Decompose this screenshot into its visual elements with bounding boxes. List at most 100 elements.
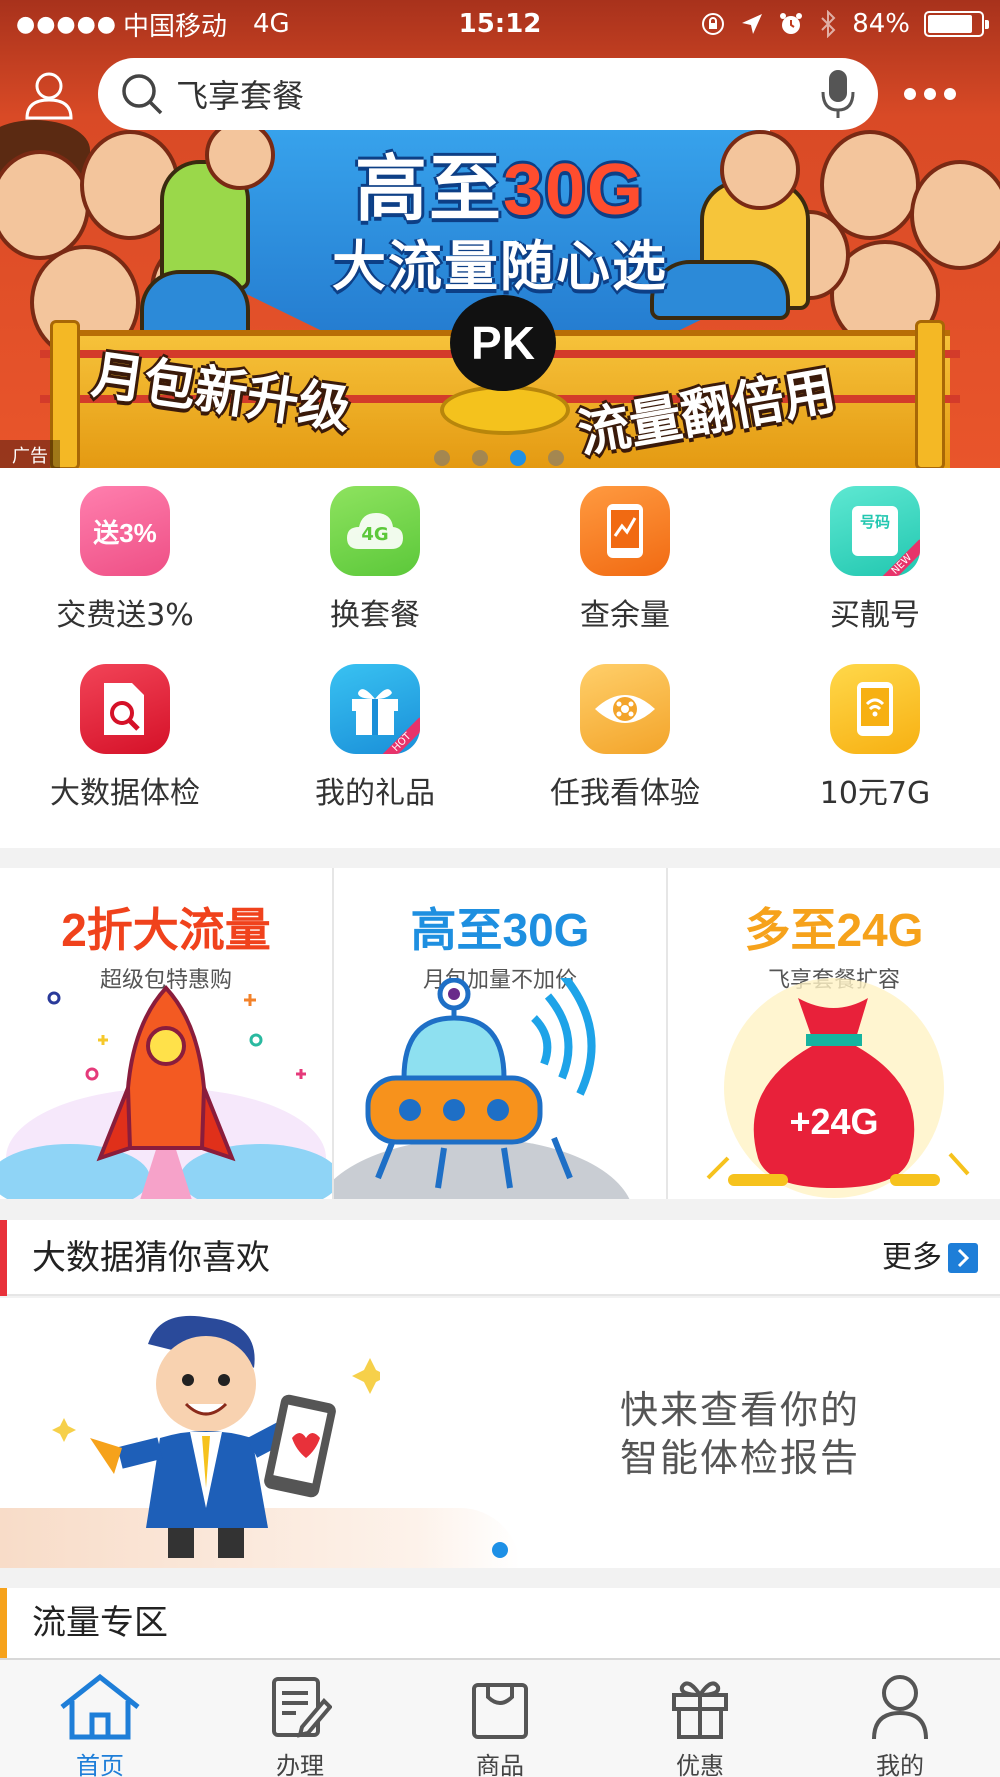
service-bigdata-check[interactable]: 大数据体检 (0, 646, 250, 824)
tab-label: 办理 (276, 1752, 324, 1777)
gift-icon: HOT (330, 664, 420, 754)
phone-icon (857, 682, 893, 736)
service-check-balance[interactable]: 查余量 (500, 468, 750, 646)
carousel-dot[interactable] (472, 450, 488, 466)
carousel-dot-active[interactable] (510, 450, 526, 466)
service-10yuan-7g[interactable]: 10元7G (750, 646, 1000, 824)
status-right-group: 84% (700, 9, 989, 39)
number-card-icon: 号码 NEW (830, 486, 920, 576)
tab-products[interactable]: 商品 (400, 1660, 600, 1777)
rocket-illustration (0, 985, 332, 1199)
battery-percent: 84% (852, 9, 910, 39)
pk-badge: PK (450, 295, 556, 391)
section-title: 流量专区 (32, 1603, 168, 1643)
service-label: 交费送3% (56, 598, 194, 633)
eye-film-graphic (595, 695, 655, 723)
more-link[interactable]: 更多 (882, 1220, 978, 1296)
service-label: 大数据体检 (50, 776, 200, 811)
promo-tiles: 2折大流量 超级包特惠购 高至30G 月包加量不加价 多至24G +24G (0, 868, 1000, 1199)
chevron-right-icon (948, 1243, 978, 1273)
number-card-label: 号码 (852, 506, 898, 556)
edit-form-icon (272, 1677, 332, 1738)
service-label: 买靓号 (830, 598, 920, 633)
report-icon (104, 683, 144, 735)
tab-label: 商品 (476, 1752, 524, 1777)
service-label: 10元7G (819, 776, 931, 811)
service-change-plan[interactable]: 4G 换套餐 (250, 468, 500, 646)
bag-label: +24G (789, 1101, 878, 1142)
search-bar[interactable]: 飞享套餐 (98, 58, 878, 130)
tab-label: 优惠 (676, 1752, 724, 1777)
traffic-section-header: 流量专区 (0, 1588, 1000, 1658)
film-eye-icon (580, 664, 670, 754)
carousel-indicator[interactable] (434, 450, 564, 466)
promo-title: 2折大流量 (61, 904, 271, 956)
banner-subheadline: 大流量随心选 (332, 237, 668, 297)
service-video-trial[interactable]: 任我看体验 (500, 646, 750, 824)
alarm-icon (780, 13, 803, 34)
user-outline-icon (25, 72, 73, 120)
banner-headline: 高至30G (354, 150, 646, 230)
network-type: 4G (253, 9, 290, 39)
service-label: 查余量 (580, 598, 670, 633)
report-line-2: 智能体检报告 (620, 1436, 861, 1480)
service-pay-bonus[interactable]: 送3% 交费送3% (0, 468, 250, 646)
phone-chart-icon (580, 486, 670, 576)
tab-mine[interactable]: 我的 (800, 1660, 1000, 1777)
bluetooth-icon (821, 10, 836, 38)
gift-box-icon (672, 1681, 728, 1739)
report-message: 快来查看你的 智能体检报告 (620, 1386, 860, 1482)
bottom-tab-bar: 首页 办理 商品 优惠 我的 (0, 1658, 1000, 1777)
gift-box-graphic (352, 689, 398, 735)
tab-offers[interactable]: 优惠 (600, 1660, 800, 1777)
businessman-illustration (52, 1315, 380, 1558)
search-input[interactable]: 飞享套餐 (176, 71, 304, 117)
promo-title: 高至30G (410, 904, 590, 956)
service-label: 任我看体验 (550, 776, 700, 811)
promo-24g[interactable]: 多至24G 飞享套餐扩容 +24G (668, 868, 1000, 1199)
tab-label: 首页 (76, 1752, 124, 1777)
ad-tag: 广告 (0, 440, 60, 468)
home-icon (60, 1673, 140, 1740)
phone-icon (607, 504, 643, 558)
section-accent-bar (0, 1220, 7, 1296)
user-profile-button[interactable] (22, 68, 76, 122)
money-bag-illustration: +24G (706, 978, 970, 1198)
location-arrow-icon (742, 14, 763, 34)
person-icon (872, 1675, 928, 1740)
report-line-1: 快来查看你的 (620, 1388, 861, 1432)
microphone-icon[interactable] (820, 68, 856, 120)
shopping-bag-icon (472, 1683, 528, 1739)
coins-graphic (440, 385, 570, 435)
carrier-name: 中国移动 (122, 11, 227, 42)
promo-discount-data[interactable]: 2折大流量 超级包特惠购 (0, 868, 334, 1199)
tab-handle[interactable]: 办理 (200, 1660, 400, 1777)
service-label: 我的礼品 (315, 776, 435, 811)
carousel-dot[interactable] (548, 450, 564, 466)
status-bar: ●●●●● 中国移动 4G 15:12 84% (0, 0, 1000, 48)
carousel-dot[interactable] (434, 450, 450, 466)
service-buy-number[interactable]: 号码 NEW 买靓号 (750, 468, 1000, 646)
more-label: 更多 (882, 1240, 942, 1275)
report-search-icon (80, 664, 170, 754)
more-options-button[interactable] (900, 74, 960, 114)
bigdata-section-header: 大数据猜你喜欢 更多 (0, 1220, 1000, 1296)
signal-strength: ●●●●● (16, 11, 117, 37)
service-grid: 送3% 交费送3% 4G 换套餐 查余量 号码 NEW 买靓号 大数据体检 HO… (0, 468, 1000, 848)
section-title: 大数据猜你喜欢 (32, 1238, 270, 1278)
bigdata-report-banner[interactable]: 快来查看你的 智能体检报告 (0, 1298, 1000, 1568)
battery-icon (924, 11, 989, 37)
ufo-illustration (334, 978, 630, 1199)
search-icon (122, 74, 163, 115)
carousel-dot-active[interactable] (492, 1542, 508, 1558)
promo-title: 多至24G (744, 904, 924, 956)
rotation-lock-icon (702, 13, 725, 35)
tab-home[interactable]: 首页 (0, 1660, 200, 1777)
section-accent-bar (0, 1588, 7, 1658)
promo-30g[interactable]: 高至30G 月包加量不加价 (334, 868, 668, 1199)
pay-bonus-icon: 送3% (80, 486, 170, 576)
service-my-gifts[interactable]: HOT 我的礼品 (250, 646, 500, 824)
ring-post-graphic (915, 320, 945, 468)
service-label: 换套餐 (330, 598, 420, 633)
phone-wifi-icon (830, 664, 920, 754)
